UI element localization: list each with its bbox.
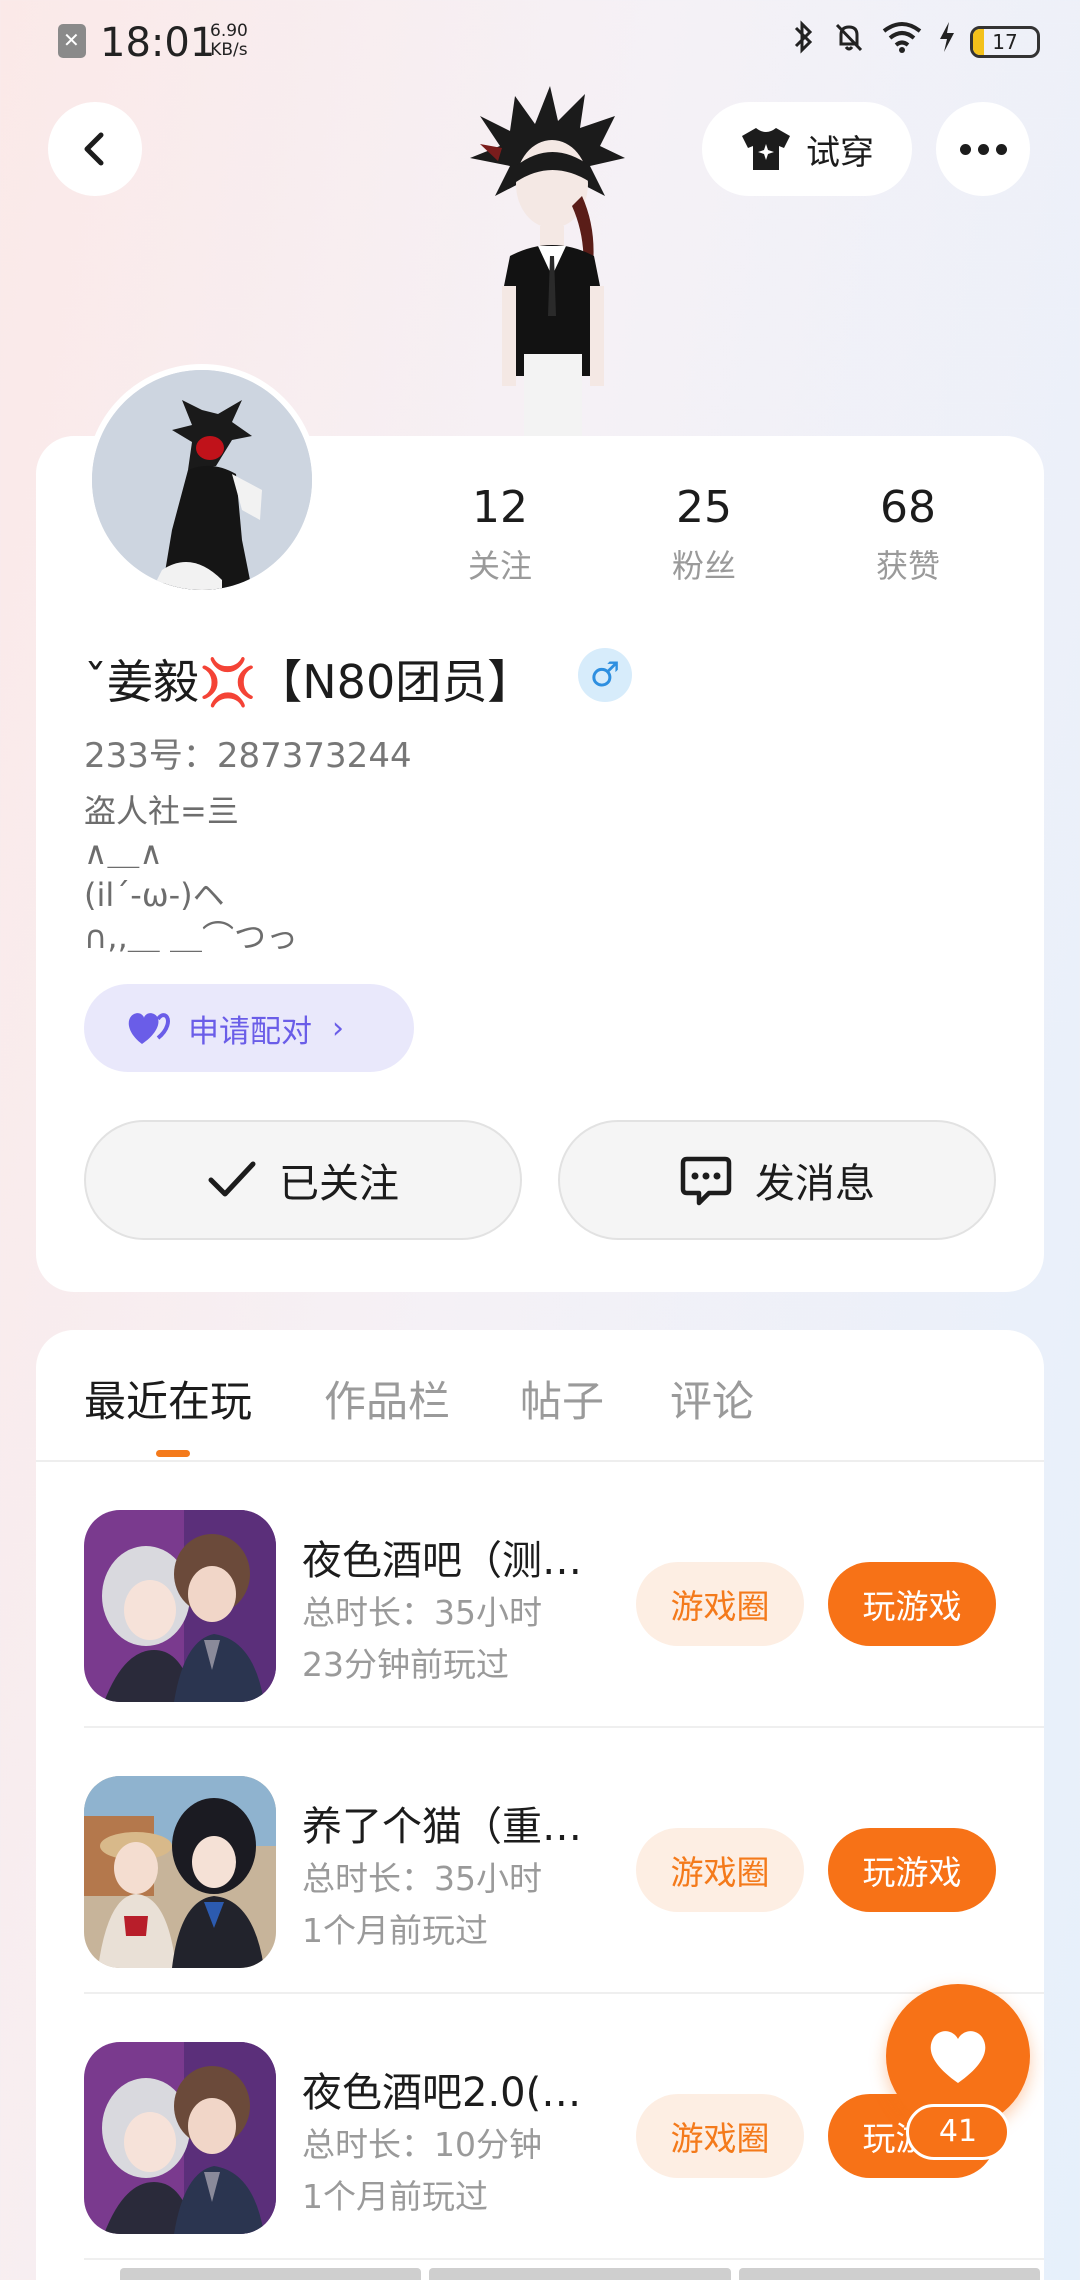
bottom-sheet-handles bbox=[120, 2268, 1040, 2280]
character-model bbox=[470, 86, 625, 436]
bottom-sheet-handle bbox=[429, 2268, 731, 2280]
tab-recently-played[interactable]: 最近在玩 bbox=[84, 1368, 252, 1429]
back-button[interactable] bbox=[48, 102, 142, 196]
mute-icon bbox=[832, 20, 866, 65]
avatar[interactable] bbox=[86, 364, 318, 596]
stats-row: 12 关注 25 粉丝 68 获赞 bbox=[420, 482, 1060, 592]
bio-line: 盗人社=亖 bbox=[84, 792, 239, 830]
stat-label: 粉丝 bbox=[671, 547, 736, 585]
game-row[interactable]: 夜色酒吧（测… 总时长：35小时 23分钟前玩过 游戏圈 玩游戏 bbox=[84, 1462, 1044, 1728]
follow-label: 已关注 bbox=[279, 1161, 399, 1207]
game-title: 养了个猫（重… bbox=[302, 1804, 582, 1850]
status-bar: 18:01 6.90 KB/s 17 bbox=[0, 0, 1080, 84]
battery-level: 17 bbox=[992, 30, 1018, 54]
shirt-icon bbox=[742, 128, 790, 170]
game-last-played: 23分钟前玩过 bbox=[302, 1645, 509, 1684]
bio-line: ∧＿∧ bbox=[84, 834, 163, 872]
more-button[interactable] bbox=[936, 102, 1030, 196]
apply-pair-button[interactable]: 申请配对 › bbox=[84, 984, 414, 1072]
game-circle-button[interactable]: 游戏圈 bbox=[636, 1828, 804, 1912]
stat-likes[interactable]: 68 获赞 bbox=[828, 482, 988, 587]
play-game-button[interactable]: 玩游戏 bbox=[828, 1562, 996, 1646]
network-speed-unit: KB/s bbox=[210, 40, 248, 60]
user-id: 233号：287373244 bbox=[84, 736, 412, 776]
apply-pair-label: 申请配对 bbox=[188, 1013, 312, 1050]
game-circle-button[interactable]: 游戏圈 bbox=[636, 1562, 804, 1646]
back-arrow-icon bbox=[84, 132, 104, 166]
game-duration: 总时长：35小时 bbox=[302, 1859, 542, 1898]
bottom-sheet-handle bbox=[120, 2268, 422, 2280]
game-icon[interactable] bbox=[84, 1776, 276, 1968]
tab-works[interactable]: 作品栏 bbox=[324, 1368, 450, 1429]
charging-icon bbox=[938, 21, 956, 64]
battery-icon: 17 bbox=[970, 26, 1040, 58]
bio-line: (il´‐ω‐)ヘ bbox=[84, 876, 225, 914]
try-on-button[interactable]: 试穿 bbox=[702, 102, 912, 196]
send-message-label: 发消息 bbox=[755, 1161, 875, 1207]
stat-following[interactable]: 12 关注 bbox=[420, 482, 580, 587]
stat-value: 12 bbox=[472, 482, 528, 533]
stat-label: 关注 bbox=[467, 547, 532, 585]
bio: 盗人社=亖 ∧＿∧ (il´‐ω‐)ヘ ∩,,＿ ＿⌒つっ bbox=[84, 790, 298, 958]
active-tab-indicator bbox=[156, 1450, 190, 1457]
avatar-image bbox=[92, 370, 312, 590]
game-row[interactable]: 养了个猫（重… 总时长：35小时 1个月前玩过 游戏圈 玩游戏 bbox=[84, 1728, 1044, 1994]
game-last-played: 1个月前玩过 bbox=[302, 2177, 488, 2216]
chevron-right-icon: › bbox=[332, 1010, 344, 1046]
game-duration: 总时长：10分钟 bbox=[302, 2125, 542, 2164]
play-game-button[interactable]: 玩游戏 bbox=[828, 1828, 996, 1912]
chat-bubble-icon bbox=[680, 1156, 732, 1206]
male-gender-icon: ♂ bbox=[578, 648, 632, 702]
status-time: 18:01 bbox=[100, 20, 216, 66]
games-card: 最近在玩 作品栏 帖子 评论 夜色酒吧（测… 总时长：35小时 23分钟前玩过 … bbox=[36, 1330, 1044, 2280]
more-icon-dot bbox=[995, 143, 1007, 155]
game-duration: 总时长：35小时 bbox=[302, 1593, 542, 1632]
nickname: ˇ姜毅💢【N80团员】 bbox=[84, 655, 534, 709]
follow-button[interactable]: 已关注 bbox=[84, 1120, 522, 1240]
like-count: 41 bbox=[906, 2104, 1010, 2160]
more-icon-dot bbox=[977, 143, 989, 155]
tab-posts[interactable]: 帖子 bbox=[520, 1368, 604, 1429]
wifi-icon bbox=[880, 21, 924, 64]
send-message-button[interactable]: 发消息 bbox=[558, 1120, 996, 1240]
stat-value: 68 bbox=[880, 482, 936, 533]
game-title: 夜色酒吧2.0(… bbox=[302, 2070, 582, 2116]
bio-line: ∩,,＿ ＿⌒つっ bbox=[84, 918, 298, 956]
network-speed: 6.90 KB/s bbox=[210, 22, 248, 60]
stat-followers[interactable]: 25 粉丝 bbox=[624, 482, 784, 587]
game-last-played: 1个月前玩过 bbox=[302, 1911, 488, 1950]
tab-comments[interactable]: 评论 bbox=[670, 1368, 754, 1429]
stat-label: 获赞 bbox=[875, 547, 940, 585]
game-title: 夜色酒吧（测… bbox=[302, 1538, 582, 1584]
more-icon bbox=[959, 143, 971, 155]
notification-icon bbox=[58, 24, 86, 58]
status-icons: 17 bbox=[788, 19, 1040, 65]
network-speed-value: 6.90 bbox=[210, 21, 248, 41]
check-icon bbox=[208, 1161, 256, 1197]
game-icon[interactable] bbox=[84, 2042, 276, 2234]
bottom-sheet-handle bbox=[738, 2268, 1040, 2280]
double-heart-icon bbox=[128, 1013, 170, 1044]
stat-value: 25 bbox=[676, 482, 732, 533]
game-icon[interactable] bbox=[84, 1510, 276, 1702]
try-on-label: 试穿 bbox=[806, 132, 874, 173]
heart-icon bbox=[930, 2031, 986, 2083]
bluetooth-icon bbox=[788, 19, 818, 65]
tab-bar: 最近在玩 作品栏 帖子 评论 bbox=[36, 1330, 1044, 1462]
game-circle-button[interactable]: 游戏圈 bbox=[636, 2094, 804, 2178]
